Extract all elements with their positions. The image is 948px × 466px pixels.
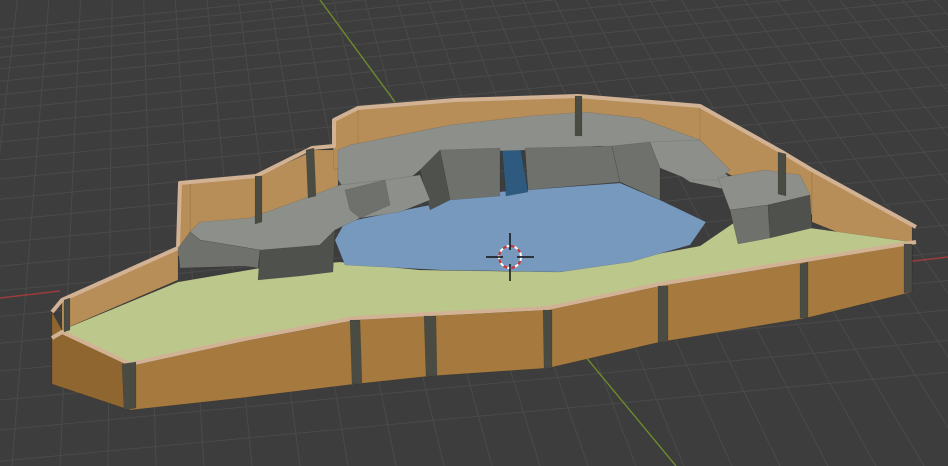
- wall-post: [349, 319, 363, 385]
- wall-post: [254, 175, 263, 225]
- viewport-canvas[interactable]: [0, 0, 948, 466]
- rock-face-1: [439, 147, 501, 201]
- wall-post: [423, 315, 438, 377]
- wall-post: [657, 285, 669, 343]
- wall-post: [121, 361, 137, 411]
- wall-post: [63, 297, 71, 333]
- wall-post: [799, 261, 809, 319]
- wall-post: [574, 95, 583, 137]
- wall-post: [777, 151, 787, 197]
- wall-post: [305, 147, 317, 199]
- wall-post: [542, 309, 553, 369]
- wall-post: [903, 243, 913, 294]
- rock-face-2: [524, 145, 621, 191]
- 3d-viewport[interactable]: [0, 0, 948, 466]
